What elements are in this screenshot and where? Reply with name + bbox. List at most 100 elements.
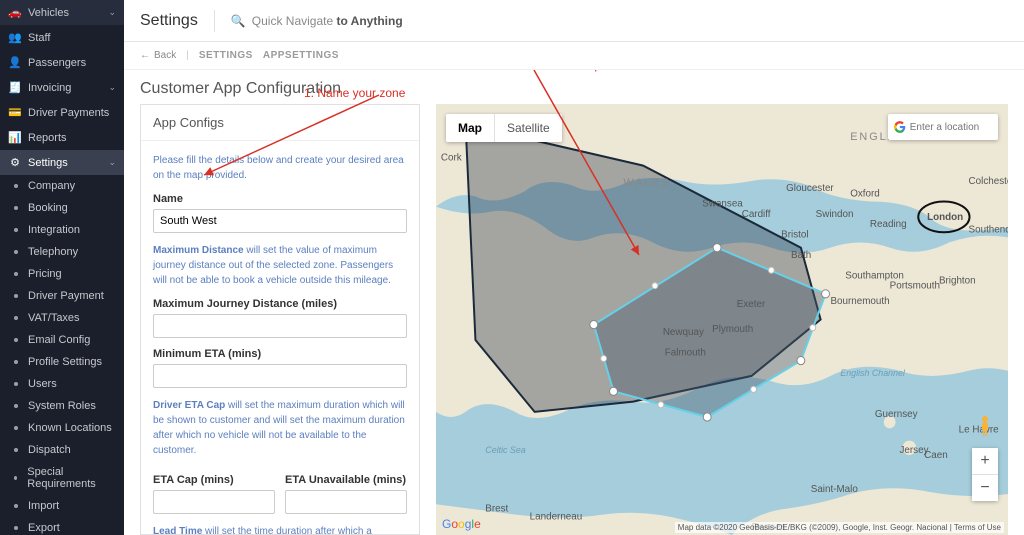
etacap-input[interactable]: [153, 490, 275, 514]
midpoint-handle[interactable]: [658, 402, 664, 408]
crumb-settings[interactable]: SETTINGS: [199, 50, 253, 61]
map-type-map[interactable]: Map: [446, 114, 494, 142]
bullet-icon: [14, 382, 18, 386]
subnav-item-known-locations[interactable]: Known Locations: [0, 417, 124, 439]
panel-title: App Configs: [141, 105, 419, 141]
subnav-label: Driver Payment: [28, 290, 104, 302]
topbar: Settings 🔍 Quick Navigate to Anything: [124, 0, 1024, 42]
subnav-item-booking[interactable]: Booking: [0, 197, 124, 219]
name-input[interactable]: [153, 209, 407, 233]
maxdist-input[interactable]: [153, 314, 407, 338]
label-stmalo: Saint-Malo: [811, 484, 858, 495]
form-panel: App Configs Please fill the details belo…: [140, 104, 420, 535]
page-title: Settings: [140, 12, 198, 30]
midpoint-handle[interactable]: [810, 325, 816, 331]
nav-item-vehicles[interactable]: 🚗Vehicles⌄: [0, 0, 124, 25]
map-type-switch: Map Satellite: [446, 114, 562, 142]
quick-navigate[interactable]: 🔍 Quick Navigate to Anything: [231, 14, 403, 28]
subnav-item-pricing[interactable]: Pricing: [0, 263, 124, 285]
subnav-label: Export: [28, 522, 60, 534]
subnav-item-dispatch[interactable]: Dispatch: [0, 439, 124, 461]
midpoint-handle[interactable]: [652, 283, 658, 289]
subnav-item-profile-settings[interactable]: Profile Settings: [0, 351, 124, 373]
crumb-sep: |: [186, 50, 189, 61]
vertex-handle[interactable]: [703, 413, 711, 421]
nav-icon: 👥: [8, 31, 22, 44]
nav-item-staff[interactable]: 👥Staff: [0, 25, 124, 50]
subnav-label: Telephony: [28, 246, 78, 258]
maxdist-help: Maximum Distance will set the value of m…: [153, 243, 407, 288]
subnav-item-export[interactable]: Export: [0, 517, 124, 535]
label-colchester: Colchester: [969, 176, 1008, 187]
subnav-label: Profile Settings: [28, 356, 102, 368]
nav-icon: 👤: [8, 56, 22, 69]
nav-item-driver-payments[interactable]: 💳 Driver Payments: [0, 100, 124, 125]
label-portsmouth: Portsmouth: [890, 281, 940, 292]
subnav-label: Known Locations: [28, 422, 112, 434]
vertex-handle[interactable]: [822, 290, 830, 298]
nav-icon: ⚙: [8, 156, 22, 169]
back-link[interactable]: ← Back: [140, 50, 176, 61]
etaunavail-label: ETA Unavailable (mins): [285, 474, 407, 486]
label-channel: English Channel: [840, 368, 906, 378]
subnav-item-special-requirements[interactable]: Special Requirements: [0, 461, 124, 495]
label-celtic: Celtic Sea: [485, 445, 525, 455]
divider: [214, 10, 215, 32]
midpoint-handle[interactable]: [751, 386, 757, 392]
nav-item-invoicing[interactable]: 🧾Invoicing⌄: [0, 75, 124, 100]
midpoint-handle[interactable]: [768, 267, 774, 273]
subnav-item-users[interactable]: Users: [0, 373, 124, 395]
map-type-satellite[interactable]: Satellite: [495, 114, 562, 142]
bullet-icon: [14, 250, 18, 254]
zoom-out-button[interactable]: −: [972, 475, 998, 501]
map-canvas[interactable]: WALES ENGLAND Celtic Sea English Channel…: [436, 104, 1008, 535]
etaunavail-input[interactable]: [285, 490, 407, 514]
subnav-item-integration[interactable]: Integration: [0, 219, 124, 241]
subnav-item-import[interactable]: Import: [0, 495, 124, 517]
subnav-item-system-roles[interactable]: System Roles: [0, 395, 124, 417]
crumb-appsettings[interactable]: APPSETTINGS: [263, 50, 339, 61]
etacap-help: Driver ETA Cap will set the maximum dura…: [153, 398, 407, 458]
nav-label: Driver Payments: [28, 107, 109, 119]
map-attribution: Map data ©2020 GeoBasis-DE/BKG (©2009), …: [675, 522, 1004, 533]
bullet-icon: [14, 526, 18, 530]
subnav-label: Special Requirements: [27, 466, 116, 490]
vertex-handle[interactable]: [713, 244, 721, 252]
zoom-in-button[interactable]: +: [972, 448, 998, 474]
subnav-item-vat-taxes[interactable]: VAT/Taxes: [0, 307, 124, 329]
map-panel[interactable]: WALES ENGLAND Celtic Sea English Channel…: [436, 104, 1008, 535]
bullet-icon: [14, 272, 18, 276]
nav-label: Settings: [28, 157, 68, 169]
nav-icon: 💳: [8, 106, 22, 119]
map-search-input[interactable]: [910, 122, 992, 133]
bullet-icon: [14, 426, 18, 430]
pegman-icon[interactable]: [972, 413, 998, 439]
subnav-item-company[interactable]: Company: [0, 175, 124, 197]
leadtime-help: Lead Time will set the time duration aft…: [153, 524, 407, 534]
label-cardiff: Cardiff: [742, 209, 771, 220]
mineta-input[interactable]: [153, 364, 407, 388]
subnav-label: System Roles: [28, 400, 96, 412]
annotation-2: 2. Draw the zone on the map: [447, 70, 601, 72]
subnav-item-telephony[interactable]: Telephony: [0, 241, 124, 263]
google-logo: Google: [442, 517, 481, 531]
vertex-handle[interactable]: [797, 356, 805, 364]
label-plymouth: Plymouth: [712, 324, 753, 335]
breadcrumb: ← Back | SETTINGS APPSETTINGS: [124, 42, 1024, 70]
map-search[interactable]: [888, 114, 998, 140]
chevron-down-icon: ⌄: [108, 82, 116, 93]
nav-item-settings[interactable]: ⚙Settings⌄: [0, 150, 124, 175]
subnav-item-email-config[interactable]: Email Config: [0, 329, 124, 351]
subnav-label: Users: [28, 378, 57, 390]
subnav-label: Pricing: [28, 268, 62, 280]
bullet-icon: [14, 360, 18, 364]
nav-item-reports[interactable]: 📊Reports: [0, 125, 124, 150]
subnav-label: Integration: [28, 224, 80, 236]
label-london: London: [927, 212, 963, 223]
vertex-handle[interactable]: [590, 321, 598, 329]
map-zoom: + −: [972, 448, 998, 501]
midpoint-handle[interactable]: [601, 355, 607, 361]
nav-item-passengers[interactable]: 👤Passengers: [0, 50, 124, 75]
vertex-handle[interactable]: [610, 387, 618, 395]
subnav-item-driver-payment[interactable]: Driver Payment: [0, 285, 124, 307]
